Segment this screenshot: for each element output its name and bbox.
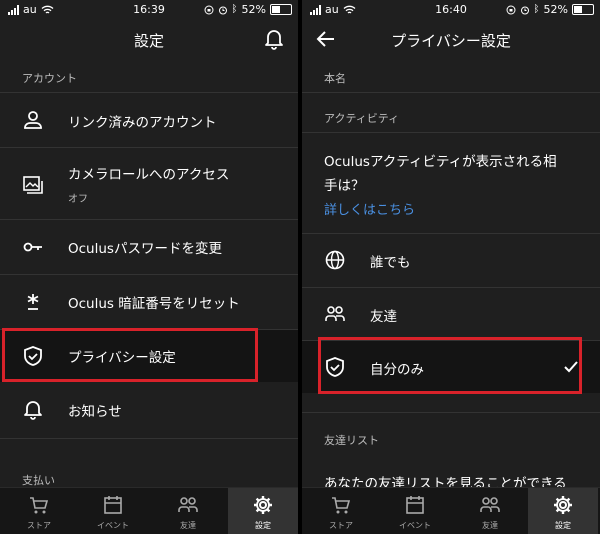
option-friends[interactable]: 友達 [302,288,600,340]
gear-icon [254,496,272,514]
option-label: 友達 [370,309,397,325]
nav-bar: プライバシー設定 [302,20,600,60]
battery-percent: 52% [241,3,266,16]
tab-friends[interactable]: 友達 [153,488,223,534]
tab-bar: ストア イベント 友達 設定 [302,487,600,534]
settings-screen: au 16:39 ᛒ 52% 設定 アカウント リンク済みのアカウント カメラロ… [0,0,298,534]
cart-icon [332,497,351,514]
photos-icon [23,176,43,194]
cart-icon [30,497,49,514]
asterisk-icon [27,294,39,310]
section-header-real-name: 本名 [324,72,346,85]
learn-more-link[interactable]: 詳しくはこちら [324,199,415,218]
bluetooth-icon: ᛒ [231,4,238,15]
privacy-settings-screen: au 16:40 ᛒ 52% プライバシー設定 本名 アクティビティ Oculu… [302,0,600,534]
bell-icon [24,401,42,420]
alarm-icon [520,6,529,14]
section-header-account: アカウント [22,72,77,85]
tab-label: 設定 [555,521,571,530]
reset-pin-item[interactable]: Oculus 暗証番号をリセット [0,275,298,329]
friends-icon [480,497,500,512]
tab-label: 友達 [180,521,196,530]
bluetooth-icon: ᛒ [533,4,540,15]
calendar-icon [104,496,122,514]
tab-store[interactable]: ストア [306,488,376,534]
notifications-item[interactable]: お知らせ [0,384,298,438]
section-header-activity: アクティビティ [324,112,400,125]
globe-icon [325,250,345,270]
friends-icon [325,306,345,321]
nav-bar: 設定 [0,20,298,60]
battery-icon [572,4,594,15]
camera-roll-access-item[interactable]: カメラロールへのアクセス オフ [0,148,298,212]
friends-icon [178,497,198,512]
gear-icon [554,496,572,514]
lock-rotation-icon [506,5,516,14]
item-label: Oculus 暗証番号をリセット [68,296,240,312]
item-status: オフ [68,194,88,205]
item-label: リンク済みのアカウント [68,115,217,131]
section-header-friends-list: 友達リスト [324,434,379,447]
item-label: お知らせ [68,404,122,420]
tab-settings[interactable]: 設定 [528,488,598,534]
tab-label: 友達 [482,521,498,530]
option-label: 誰でも [370,255,411,271]
highlight-box [2,328,258,382]
page-title: 設定 [133,32,164,50]
alarm-icon [218,6,227,14]
tab-label: イベント [97,521,129,530]
person-icon [24,111,42,129]
status-bar: au 16:40 ᛒ 52% [302,0,600,20]
tab-events[interactable]: イベント [380,488,450,534]
status-bar: au 16:39 ᛒ 52% [0,0,298,20]
tab-bar: ストア イベント 友達 設定 [0,487,298,534]
section-header-payment: 支払い [22,474,55,487]
option-everyone[interactable]: 誰でも [302,234,600,286]
calendar-icon [406,496,424,514]
tab-settings[interactable]: 設定 [228,488,298,534]
page-title: プライバシー設定 [391,32,511,50]
tab-friends[interactable]: 友達 [455,488,525,534]
tab-label: イベント [399,521,431,530]
tab-label: ストア [27,521,51,530]
tab-store[interactable]: ストア [4,488,74,534]
linked-accounts-item[interactable]: リンク済みのアカウント [0,93,298,147]
tab-events[interactable]: イベント [78,488,148,534]
battery-icon [270,4,292,15]
item-label: Oculusパスワードを変更 [68,241,222,257]
tab-label: ストア [329,521,353,530]
key-icon [23,242,42,252]
tab-label: 設定 [255,521,271,530]
bell-icon[interactable] [264,28,284,50]
highlight-box [318,337,582,394]
activity-question: Oculusアクティビティが表示される相 手は？ [324,154,557,194]
lock-rotation-icon [204,5,214,14]
change-password-item[interactable]: Oculusパスワードを変更 [0,220,298,274]
battery-percent: 52% [543,3,568,16]
item-label: カメラロールへのアクセス [68,167,230,183]
